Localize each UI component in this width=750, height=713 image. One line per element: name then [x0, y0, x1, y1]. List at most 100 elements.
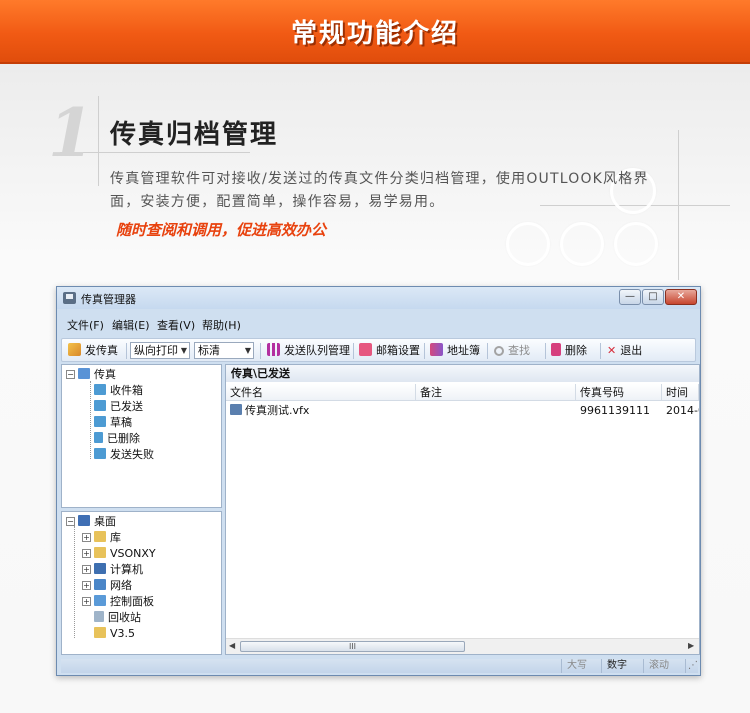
horizontal-scrollbar[interactable]: ◀ III ▶: [226, 638, 699, 654]
toolbar: 发传真 纵向打印▼ 标清▼ 发送队列管理 邮箱设置 地址簿 查找 删除 ✕: [61, 338, 696, 362]
collapse-icon[interactable]: −: [66, 517, 75, 526]
column-note[interactable]: 备注: [416, 384, 576, 401]
menu-file[interactable]: 文件(F): [67, 317, 104, 333]
section-description: 传真管理软件可对接收/发送过的传真文件分类归档管理，使用OUTLOOK风格界面，…: [110, 171, 649, 210]
deco-circle: [506, 222, 550, 266]
mailbox-settings-button[interactable]: 邮箱设置: [359, 342, 420, 360]
tree-item-computer[interactable]: + 计算机: [82, 562, 143, 577]
column-time[interactable]: 时间: [662, 384, 699, 401]
tree-item-library[interactable]: + 库: [82, 530, 121, 545]
send-fax-button[interactable]: 发传真: [68, 342, 118, 360]
file-name-cell: 传真测试.vfx: [226, 403, 416, 418]
status-scroll: 滚动: [643, 659, 685, 673]
orientation-select[interactable]: 纵向打印 ▼: [130, 342, 190, 359]
send-queue-button[interactable]: 发送队列管理: [267, 342, 350, 360]
column-fax-number[interactable]: 传真号码: [576, 384, 662, 401]
deco-circle: [560, 222, 604, 266]
section-title: 传真归档管理: [110, 120, 279, 150]
tree-item-failed[interactable]: 发送失败: [94, 447, 154, 462]
send-fax-icon: [68, 343, 81, 356]
expand-icon[interactable]: +: [82, 581, 91, 590]
tree-root-label: 传真: [94, 368, 116, 381]
tree-item-deleted[interactable]: 已删除: [94, 431, 140, 446]
tree-item-network[interactable]: + 网络: [82, 578, 132, 593]
section-number: 1: [48, 94, 94, 172]
list-path-title: 传真\已发送: [226, 365, 699, 382]
tree-item-control-panel[interactable]: + 控制面板: [82, 594, 154, 609]
chevron-down-icon: ▼: [180, 346, 187, 355]
sent-icon: [94, 400, 106, 411]
expand-icon[interactable]: +: [82, 549, 91, 558]
status-caps: 大写: [561, 659, 601, 673]
failed-icon: [94, 448, 106, 459]
close-x-icon: ✕: [607, 344, 617, 357]
tree-item-inbox[interactable]: 收件箱: [94, 383, 143, 398]
tree-line: [74, 526, 75, 638]
tree-item-label: 已发送: [110, 400, 143, 413]
exit-button[interactable]: ✕ 退出: [607, 342, 642, 360]
fax-app-icon: [63, 292, 76, 304]
tree-item-label: 回收站: [108, 611, 141, 624]
expand-icon[interactable]: +: [82, 533, 91, 542]
address-book-button[interactable]: 地址簿: [430, 342, 480, 360]
computer-icon: [94, 563, 106, 574]
trash-icon: [551, 343, 561, 356]
resize-grip-icon[interactable]: ⋰: [685, 659, 698, 673]
tree-root-fax[interactable]: − 传真: [66, 367, 116, 382]
maximize-button[interactable]: □: [642, 289, 664, 305]
recycle-bin-icon: [94, 611, 104, 622]
deco-circle: [614, 222, 658, 266]
tree-item-label: V3.5: [110, 627, 136, 640]
time-cell: 2014-0: [666, 404, 699, 417]
tree-item-drafts[interactable]: 草稿: [94, 415, 132, 430]
trash-icon: [94, 432, 103, 443]
mailbox-settings-label: 邮箱设置: [376, 344, 420, 357]
scroll-right-icon[interactable]: ▶: [688, 641, 694, 650]
quality-select[interactable]: 标清 ▼: [194, 342, 254, 359]
tree-item-user[interactable]: + VSONXY: [82, 546, 156, 561]
tree-root-desktop[interactable]: − 桌面: [66, 514, 116, 529]
draft-icon: [94, 416, 106, 427]
address-book-icon: [430, 343, 443, 356]
tree-item-recycle-bin[interactable]: 回收站: [94, 610, 141, 625]
home-icon: [78, 368, 90, 379]
quality-value: 标清: [198, 344, 220, 357]
tree-item-label: VSONXY: [110, 547, 156, 560]
table-row[interactable]: 传真测试.vfx 9961139111 2014-0: [226, 403, 699, 419]
library-icon: [94, 531, 106, 542]
mail-icon: [359, 343, 372, 356]
file-system-tree: − 桌面 + 库 + VSONXY + 计算机 + 网络 + 控制面板 回收站 V3.5: [61, 511, 222, 655]
toolbar-separator: [487, 343, 488, 359]
tree-item-folder[interactable]: V3.5: [94, 626, 135, 641]
menu-edit[interactable]: 编辑(E): [112, 317, 150, 333]
tree-item-label: 已删除: [107, 432, 140, 445]
tree-item-sent[interactable]: 已发送: [94, 399, 143, 414]
collapse-icon[interactable]: −: [66, 370, 75, 379]
scroll-thumb[interactable]: III: [240, 641, 465, 652]
orientation-value: 纵向打印: [134, 344, 178, 357]
menu-bar: 文件(F) 编辑(E) 查看(V) 帮助(H): [57, 315, 700, 335]
address-book-label: 地址簿: [447, 344, 480, 357]
tree-item-label: 库: [110, 531, 121, 544]
file-name-text: 传真测试.vfx: [245, 404, 310, 417]
tree-item-label: 控制面板: [110, 595, 154, 608]
expand-icon[interactable]: +: [82, 565, 91, 574]
minimize-button[interactable]: —: [619, 289, 641, 305]
menu-view[interactable]: 查看(V): [157, 317, 195, 333]
scroll-left-icon[interactable]: ◀: [229, 641, 235, 650]
close-button[interactable]: ✕: [665, 289, 697, 305]
menu-help[interactable]: 帮助(H): [202, 317, 241, 333]
column-filename[interactable]: 文件名: [226, 384, 416, 401]
search-label: 查找: [508, 344, 530, 357]
window-title: 传真管理器: [81, 293, 136, 306]
send-queue-label: 发送队列管理: [284, 344, 350, 357]
search-button[interactable]: 查找: [494, 342, 530, 360]
delete-button[interactable]: 删除: [551, 342, 587, 360]
toolbar-separator: [424, 343, 425, 359]
tree-item-label: 草稿: [110, 416, 132, 429]
toolbar-separator: [545, 343, 546, 359]
top-banner: 常规功能介绍: [0, 0, 750, 64]
tree-item-label: 收件箱: [110, 384, 143, 397]
expand-icon[interactable]: +: [82, 597, 91, 606]
tree-item-label: 发送失败: [110, 448, 154, 461]
